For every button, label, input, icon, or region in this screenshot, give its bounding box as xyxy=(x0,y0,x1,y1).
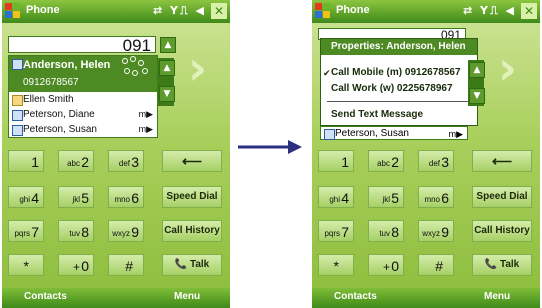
key-0[interactable]: +0 xyxy=(58,254,94,276)
key-4[interactable]: ghi 4 xyxy=(318,186,354,208)
contact-name: Peterson, Diane xyxy=(23,109,95,120)
phone-handset-icon: 📞 xyxy=(484,259,498,270)
contact-name: Peterson, Susan xyxy=(23,124,97,135)
checkmark-icon: ✔ xyxy=(323,69,331,79)
list-item[interactable]: Peterson, Susan m▶ xyxy=(320,126,468,140)
key-hash[interactable]: # xyxy=(418,254,454,276)
scroll-down-icon[interactable]: ▼ xyxy=(469,88,485,104)
busy-dots-icon xyxy=(120,56,150,78)
contact-name: Ellen Smith xyxy=(23,94,74,105)
contacts-softkey[interactable]: Contacts xyxy=(24,291,67,302)
key-hash[interactable]: # xyxy=(108,254,144,276)
key-1[interactable]: 1 xyxy=(8,150,44,172)
key-star[interactable]: * xyxy=(318,254,354,276)
menu-softkey[interactable]: Menu xyxy=(484,291,510,302)
list-item[interactable]: Peterson, Diane m▶ xyxy=(9,107,157,122)
menu-softkey[interactable]: Menu xyxy=(174,291,200,302)
list-scrollbar[interactable]: ▲ ▼ xyxy=(468,60,485,106)
windows-start-icon[interactable] xyxy=(5,3,21,19)
key-8[interactable]: tuv 8 xyxy=(58,220,94,242)
contact-number: 0912678567 xyxy=(23,77,79,88)
speed-dial-button[interactable]: Speed Dial xyxy=(472,186,532,208)
list-item[interactable]: Ellen Smith xyxy=(9,92,157,107)
phone-screen-left: Phone ⇄ Y⎍ ◀ ✕ › 091 ▲ Anderson, Helen 0… xyxy=(2,0,230,308)
contact-icon xyxy=(12,110,23,121)
key-7[interactable]: pqrs 7 xyxy=(318,220,354,242)
key-6[interactable]: mno 6 xyxy=(108,186,144,208)
send-text-item[interactable]: Send Text Message xyxy=(331,109,423,120)
mobile-indicator: m▶ xyxy=(138,124,153,134)
key-8[interactable]: tuv 8 xyxy=(368,220,404,242)
list-item[interactable]: Peterson, Susan m▶ xyxy=(9,122,157,137)
call-history-button[interactable]: Call History xyxy=(162,220,222,242)
key-9[interactable]: wxyz 9 xyxy=(418,220,454,242)
call-work-item[interactable]: Call Work (w) 0225678967 xyxy=(331,83,453,94)
key-5[interactable]: jkl 5 xyxy=(368,186,404,208)
speed-dial-button[interactable]: Speed Dial xyxy=(162,186,222,208)
contact-properties-popup: Properties: Anderson, Helen ✔ Call Mobil… xyxy=(320,38,478,126)
app-title: Phone xyxy=(336,4,370,16)
talk-button[interactable]: 📞 Talk xyxy=(472,254,532,276)
key-9[interactable]: wxyz 9 xyxy=(108,220,144,242)
contact-name: Anderson, Helen xyxy=(23,59,111,71)
backspace-button[interactable]: ⟵ xyxy=(162,150,222,172)
scroll-up-icon[interactable]: ▲ xyxy=(159,60,175,76)
talk-button[interactable]: 📞 Talk xyxy=(162,254,222,276)
key-3[interactable]: def 3 xyxy=(108,150,144,172)
scroll-down-icon[interactable]: ▼ xyxy=(159,86,175,102)
key-2[interactable]: abc 2 xyxy=(368,150,404,172)
scroll-up-icon[interactable]: ▲ xyxy=(469,62,485,78)
contact-icon xyxy=(12,125,23,136)
popup-header: Properties: Anderson, Helen xyxy=(321,39,477,55)
dial-number-field[interactable]: 091 xyxy=(8,36,156,54)
key-2[interactable]: abc 2 xyxy=(58,150,94,172)
title-bar: Phone ⇄ Y⎍ ◀ ✕ xyxy=(2,0,230,23)
mobile-indicator: m▶ xyxy=(448,129,463,139)
key-7[interactable]: pqrs 7 xyxy=(8,220,44,242)
title-bar: Phone ⇄ Y⎍ ◀ ✕ xyxy=(312,0,540,23)
key-3[interactable]: def 3 xyxy=(418,150,454,172)
phone-screen-right: Phone ⇄ Y⎍ ◀ ✕ › 091 Properties: Anderso… xyxy=(312,0,540,308)
call-mobile-item[interactable]: Call Mobile (m) 0912678567 xyxy=(331,67,461,78)
contact-icon xyxy=(324,129,335,140)
key-1[interactable]: 1 xyxy=(318,150,354,172)
list-scrollbar[interactable]: ▲ ▼ xyxy=(158,58,175,106)
key-6[interactable]: mno 6 xyxy=(418,186,454,208)
menu-separator xyxy=(327,101,471,102)
menu-bar: Contacts Menu xyxy=(312,288,540,308)
close-icon[interactable]: ✕ xyxy=(521,3,537,19)
call-history-button[interactable]: Call History xyxy=(472,220,532,242)
scroll-up-icon[interactable]: ▲ xyxy=(160,37,176,53)
phone-handset-icon: 📞 xyxy=(174,259,188,270)
contact-name: Peterson, Susan xyxy=(335,128,409,139)
talk-label: Talk xyxy=(499,259,520,270)
contact-icon xyxy=(12,59,23,70)
chevron-watermark-icon: › xyxy=(498,41,517,95)
key-star[interactable]: * xyxy=(8,254,44,276)
chevron-watermark-icon: › xyxy=(188,41,207,95)
transition-arrow-icon xyxy=(238,140,302,154)
card-icon xyxy=(12,95,23,106)
key-4[interactable]: ghi 4 xyxy=(8,186,44,208)
mobile-indicator: m▶ xyxy=(138,109,153,119)
close-icon[interactable]: ✕ xyxy=(211,3,227,19)
windows-start-icon[interactable] xyxy=(315,3,331,19)
status-icons[interactable]: ⇄ Y⎍ ◀ xyxy=(153,4,206,18)
key-5[interactable]: jkl 5 xyxy=(58,186,94,208)
menu-bar: Contacts Menu xyxy=(2,288,230,308)
backspace-button[interactable]: ⟵ xyxy=(472,150,532,172)
status-icons[interactable]: ⇄ Y⎍ ◀ xyxy=(463,4,516,18)
talk-label: Talk xyxy=(189,259,210,270)
contacts-softkey[interactable]: Contacts xyxy=(334,291,377,302)
app-title: Phone xyxy=(26,4,60,16)
key-0[interactable]: +0 xyxy=(368,254,404,276)
